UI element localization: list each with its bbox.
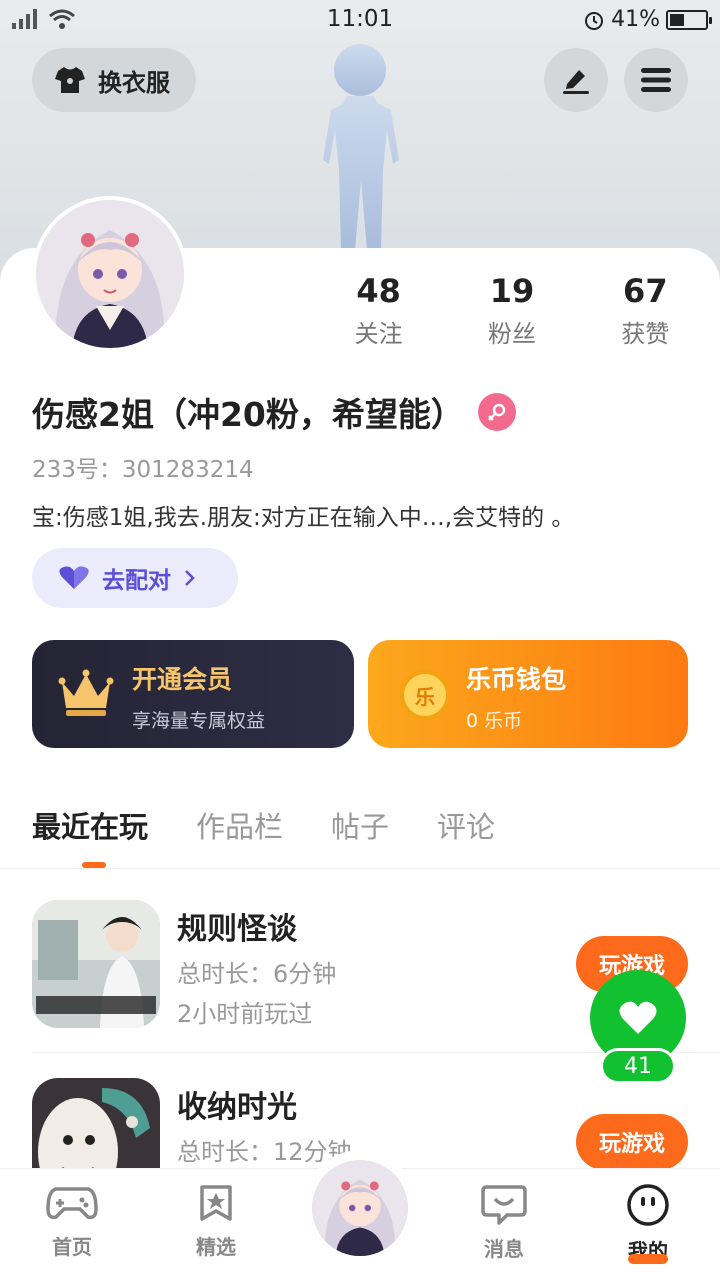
coin-glyph: 乐 (415, 684, 435, 709)
stat-likes[interactable]: 67 获赞 (579, 270, 712, 349)
coin-wallet-card[interactable]: 乐 乐币钱包 0 乐币 (368, 640, 688, 748)
edit-profile-button[interactable] (544, 48, 608, 112)
nav-home-label: 首页 (52, 1235, 92, 1259)
tab-posts[interactable]: 帖子 (331, 804, 389, 846)
active-nav-indicator (628, 1254, 668, 1264)
game-title: 规则怪谈 (177, 912, 297, 947)
profile-bio: 宝:伤感1姐,我去.朋友:对方正在输入中…,会艾特的 。 (32, 505, 575, 531)
status-bar: 11:01 41% (0, 0, 720, 38)
vip-title: 开通会员 (132, 665, 233, 694)
stat-following[interactable]: 48 关注 (312, 270, 445, 349)
pencil-icon (563, 70, 589, 94)
tab-works[interactable]: 作品栏 (196, 804, 283, 846)
vip-subtitle: 享海量专属权益 (132, 710, 266, 732)
star-bookmark-icon (200, 1185, 232, 1221)
battery-level (670, 13, 684, 26)
coin-icon: 乐 (400, 670, 450, 720)
profile-stats: 48 关注 19 粉丝 67 获赞 (312, 270, 712, 349)
crown-icon (58, 669, 114, 716)
hamburger-menu-icon (641, 68, 671, 92)
tshirt-icon (55, 67, 85, 93)
female-gender-icon (477, 393, 516, 431)
battery-percent: 41% (611, 7, 660, 32)
avatar-hologram-figure (323, 44, 399, 250)
profile-user-id: 233号：301283214 (32, 457, 254, 483)
wallet-title: 乐币钱包 (466, 665, 567, 694)
stat-followers-label: 粉丝 (487, 320, 536, 348)
profile-avatar[interactable] (32, 196, 188, 352)
alarm-icon (585, 11, 604, 30)
change-outfit-label: 换衣服 (98, 68, 170, 97)
like-count-badge: 41 (600, 1048, 676, 1084)
vip-membership-card[interactable]: 开通会员 享海量专属权益 (32, 640, 354, 748)
avatar-anime-girl-image (36, 200, 184, 348)
wallet-balance: 0 乐币 (466, 710, 523, 732)
nav-home[interactable]: 首页 (12, 1183, 132, 1260)
nav-avatar (312, 1160, 408, 1256)
nav-me[interactable]: 我的 (588, 1183, 708, 1264)
tab-comments[interactable]: 评论 (437, 804, 495, 846)
profile-nickname: 伤感2姐（冲20粉，希望能） (32, 395, 464, 434)
game-last-played: 2小时前玩过 (177, 1000, 313, 1028)
tab-recently-played[interactable]: 最近在玩 (32, 804, 148, 846)
nav-messages[interactable]: 消息 (444, 1183, 564, 1262)
nav-messages-label: 消息 (484, 1237, 524, 1261)
game-duration: 总时长：6分钟 (177, 960, 337, 988)
chevron-right-icon (185, 570, 195, 586)
battery-icon (666, 9, 712, 30)
stat-following-value: 48 (356, 272, 401, 310)
menu-button[interactable] (624, 48, 688, 112)
stat-likes-label: 获赞 (621, 320, 670, 348)
game-thumbnail (32, 900, 160, 1028)
gamepad-icon (46, 1187, 98, 1220)
profile-tabs: 最近在玩 作品栏 帖子 评论 (32, 804, 495, 846)
stat-followers-value: 19 (489, 272, 535, 310)
nav-center-avatar-button[interactable] (304, 1150, 416, 1262)
smiley-face-icon (627, 1184, 669, 1226)
stat-followers[interactable]: 19 粉丝 (445, 270, 578, 349)
go-match-button[interactable]: 去配对 (32, 548, 238, 608)
go-match-label: 去配对 (102, 568, 171, 594)
nav-featured-label: 精选 (196, 1235, 236, 1259)
profile-nickname-row: 伤感2姐（冲20粉，希望能） (32, 388, 516, 436)
heart-icon (619, 1001, 657, 1034)
chat-bubble-icon (481, 1185, 527, 1225)
tabs-divider (0, 868, 720, 869)
play-game-button[interactable]: 玩游戏 (576, 1114, 688, 1170)
game-title: 收纳时光 (177, 1090, 297, 1125)
stat-following-label: 关注 (354, 320, 403, 348)
change-outfit-button[interactable]: 换衣服 (32, 48, 196, 112)
nav-featured[interactable]: 精选 (156, 1183, 276, 1260)
heart-match-icon (59, 566, 89, 589)
stat-likes-value: 67 (623, 272, 668, 310)
